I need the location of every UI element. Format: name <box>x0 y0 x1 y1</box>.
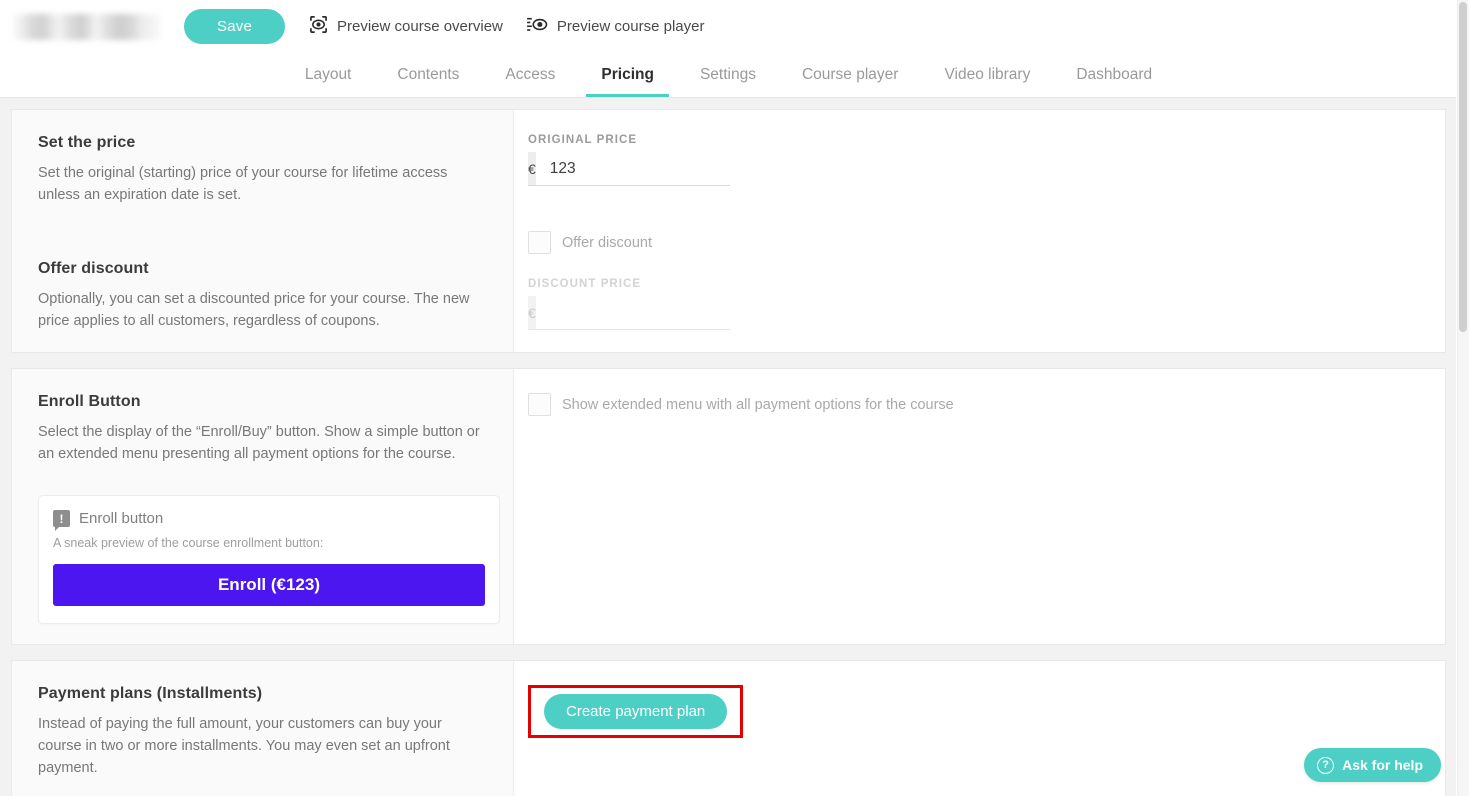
offer-discount-checkbox-row[interactable]: Offer discount <box>528 231 1419 254</box>
tab-dashboard[interactable]: Dashboard <box>1053 53 1175 97</box>
card-controls-column: ORIGINAL PRICE € Offer discount DISCOUNT… <box>514 110 1445 353</box>
tab-course-player[interactable]: Course player <box>779 53 922 97</box>
scrollbar-thumb[interactable] <box>1459 2 1467 332</box>
enroll-button-preview-card: ! Enroll button A sneak preview of the c… <box>38 495 500 625</box>
extended-menu-checkbox-row[interactable]: Show extended menu with all payment opti… <box>528 393 1419 417</box>
card-controls-column: Create payment plan <box>514 661 1445 796</box>
save-button[interactable]: Save <box>184 9 285 44</box>
set-price-title: Set the price <box>38 134 136 151</box>
offer-discount-description: Optionally, you can set a discounted pri… <box>38 291 470 330</box>
offer-discount-checkbox[interactable] <box>528 231 551 254</box>
eye-frame-icon <box>309 15 328 38</box>
app-root: Save Preview course overview Preview cou… <box>0 0 1469 796</box>
extended-menu-checkbox[interactable] <box>528 393 551 417</box>
tab-label: Settings <box>699 66 756 83</box>
ask-for-help-label: Ask for help <box>1342 757 1423 773</box>
tab-access[interactable]: Access <box>482 53 578 97</box>
tab-video-library[interactable]: Video library <box>921 53 1053 97</box>
question-circle-icon: ? <box>1317 756 1335 774</box>
preview-course-overview-label: Preview course overview <box>337 18 503 35</box>
eye-player-icon <box>527 16 548 37</box>
discount-price-field[interactable]: € <box>528 296 758 330</box>
discount-price-input[interactable] <box>535 296 758 329</box>
tab-label: Dashboard <box>1076 66 1153 83</box>
course-title-redacted[interactable] <box>14 13 160 40</box>
card-payment-plans: Payment plans (Installments) Instead of … <box>11 660 1446 796</box>
offer-discount-title: Offer discount <box>38 260 149 278</box>
enroll-preview-subtitle: A sneak preview of the course enrollment… <box>53 536 324 551</box>
tab-label: Layout <box>304 66 352 83</box>
enroll-button-title: Enroll Button <box>38 393 141 411</box>
tab-layout[interactable]: Layout <box>282 53 375 97</box>
card-description-column: Payment plans (Installments) Instead of … <box>12 661 514 796</box>
tab-contents[interactable]: Contents <box>374 53 482 97</box>
preview-course-player-label: Preview course player <box>556 18 705 35</box>
tab-label: Pricing <box>601 66 654 83</box>
euro-symbol-icon: € <box>528 296 536 329</box>
discount-price-label: DISCOUNT PRICE <box>528 278 642 290</box>
original-price-label: ORIGINAL PRICE <box>528 134 638 146</box>
card-controls-column: Show extended menu with all payment opti… <box>514 369 1445 645</box>
original-price-field[interactable]: € <box>528 152 758 186</box>
extended-menu-checkbox-label: Show extended menu with all payment opti… <box>562 396 954 413</box>
page-content: Set the price Set the original (starting… <box>0 98 1457 796</box>
enroll-preview-title: Enroll button <box>79 510 164 528</box>
tab-bar: Layout Contents Access Pricing Settings … <box>0 53 1457 98</box>
euro-symbol-icon: € <box>528 152 536 185</box>
original-price-input[interactable] <box>535 152 758 185</box>
payment-plans-description: Instead of paying the full amount, your … <box>38 716 450 777</box>
tab-label: Video library <box>944 66 1031 83</box>
card-set-the-price: Set the price Set the original (starting… <box>11 109 1446 354</box>
vertical-scrollbar[interactable] <box>1457 0 1469 796</box>
card-enroll-button: Enroll Button Select the display of the … <box>11 368 1446 646</box>
offer-discount-checkbox-label: Offer discount <box>562 234 653 251</box>
ask-for-help-button[interactable]: ? Ask for help <box>1304 748 1441 782</box>
tab-pricing[interactable]: Pricing <box>578 53 677 97</box>
create-payment-plan-wrapper: Create payment plan <box>528 685 744 739</box>
preview-course-player-link[interactable]: Preview course player <box>527 16 705 37</box>
tooltip-exclamation-icon: ! <box>53 510 70 532</box>
preview-course-overview-link[interactable]: Preview course overview <box>309 15 503 38</box>
create-payment-plan-button[interactable]: Create payment plan <box>544 694 728 730</box>
tab-label: Access <box>505 66 556 83</box>
set-price-description: Set the original (starting) price of you… <box>38 165 448 204</box>
tab-settings[interactable]: Settings <box>677 53 779 97</box>
tab-label: Course player <box>801 66 899 83</box>
enroll-preview-header: ! Enroll button <box>53 510 485 532</box>
enroll-button-description: Select the display of the “Enroll/Buy” b… <box>38 424 480 463</box>
enroll-preview-button[interactable]: Enroll (€123) <box>53 564 485 607</box>
top-bar: Save Preview course overview Preview cou… <box>0 0 1457 53</box>
card-description-column: Set the price Set the original (starting… <box>12 110 514 353</box>
tab-label: Contents <box>397 66 460 83</box>
card-description-column: Enroll Button Select the display of the … <box>12 369 514 645</box>
payment-plans-title: Payment plans (Installments) <box>38 685 263 703</box>
